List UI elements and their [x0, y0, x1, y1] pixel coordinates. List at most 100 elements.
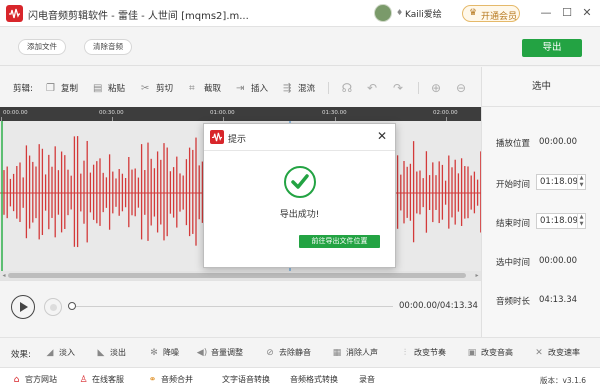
playback-bar: 00:00.00/04:13.34: [0, 280, 481, 337]
insert-icon: ⇥: [236, 83, 245, 94]
effect-speed[interactable]: ✕ 改变速率: [533, 347, 580, 358]
effect-remove-vocals[interactable]: ▦ 消除人声: [331, 347, 378, 358]
effect-volume[interactable]: ◀) 音量调整: [196, 347, 243, 358]
export-button[interactable]: 导出: [522, 39, 582, 57]
audio-merge-link[interactable]: ⚭ 音频合并: [147, 374, 193, 385]
crop-button[interactable]: ⌗ 截取: [189, 82, 221, 96]
support-icon: ♙: [79, 375, 88, 385]
fade-in-icon: ◢: [46, 348, 54, 358]
close-icon[interactable]: ✕: [579, 5, 595, 21]
copy-button[interactable]: ❐ 复制: [46, 82, 78, 96]
undo-icon[interactable]: ↶: [365, 81, 379, 95]
cut-button[interactable]: ✂ 剪切: [141, 82, 173, 96]
mute-icon: ⊘: [266, 348, 274, 358]
add-file-button[interactable]: 添加文件: [18, 39, 66, 55]
format-convert-link[interactable]: 音频格式转换: [290, 374, 338, 385]
scissors-icon: ✂: [141, 83, 150, 94]
selection-time-label: 选中时间: [496, 258, 531, 268]
effect-fade-in[interactable]: ◢ 淡入: [44, 347, 75, 358]
crown-icon: ♛: [469, 8, 478, 18]
selection-time-value: 00:00.00: [539, 256, 578, 266]
scrollbar-thumb[interactable]: [8, 273, 466, 278]
vocals-icon: ▦: [332, 348, 342, 358]
timeline-tick-label: 00:00.00: [3, 110, 28, 116]
dialog-close-icon[interactable]: ✕: [375, 129, 389, 143]
effect-pitch[interactable]: ▣ 改变音高: [466, 347, 513, 358]
version-label: 版本：v3.1.6: [539, 376, 586, 385]
file-action-bar: 添加文件 清除音频 导出: [0, 28, 600, 66]
start-time-value: 01:18.09: [540, 177, 579, 187]
playback-progress-knob[interactable]: [68, 302, 76, 310]
timeline-tick-label: 02:00.00: [433, 110, 458, 116]
duration-label: 音频时长: [496, 297, 531, 307]
timeline-tick-label: 01:00.00: [210, 110, 235, 116]
playback-progress-track[interactable]: [73, 306, 393, 307]
record-link[interactable]: 录音: [359, 374, 375, 385]
play-position-label: 播放位置: [496, 139, 531, 149]
dialog-header: 提示 ✕: [204, 124, 395, 151]
play-position-value: 00:00.00: [539, 137, 578, 147]
diamond-icon: ♦: [396, 8, 404, 17]
edit-toolbar: 剪辑: ❐ 复制 ▤ 粘贴 ✂ 剪切 ⌗ 截取 ⇥ 插入 ⇶ 混流 ☊ ↶ ↷ ⊕ ⊖: [0, 67, 481, 107]
timeline-ruler[interactable]: 00:00.00 00:30.00 01:00.00 01:30.00 02:0…: [0, 107, 481, 121]
horizontal-scrollbar[interactable]: ◂ ▸: [0, 271, 481, 280]
redo-icon[interactable]: ↷: [391, 81, 405, 95]
clear-audio-button[interactable]: 清除音频: [84, 39, 132, 55]
user-name[interactable]: Kaili爱绘: [405, 7, 442, 20]
zoom-out-icon[interactable]: ⊖: [454, 81, 468, 95]
official-website-link[interactable]: ⌂ 官方网站: [11, 374, 57, 385]
mix-icon: ⇶: [283, 83, 292, 94]
effect-denoise[interactable]: ✻ 降噪: [148, 347, 179, 358]
playback-time-readout: 00:00.00/04:13.34: [399, 301, 478, 311]
effects-label: 效果:: [11, 350, 31, 360]
open-vip-label: 开通会员: [481, 12, 518, 22]
selection-panel: 选中 播放位置 00:00.00 开始时间 01:18.09 ▲ ▼ 结束时间 0…: [481, 67, 600, 337]
app-logo-icon: [6, 5, 23, 22]
end-time-label: 结束时间: [496, 219, 531, 229]
effects-bar: 效果: ◢ 淡入 ◣ 淡出 ✻ 降噪 ◀) 音量调整 ⊘ 去除静音 ▦ 消除人声 ⫶ 改变节奏…: [0, 337, 600, 367]
text-to-speech-link[interactable]: 文字语音转换: [222, 374, 270, 385]
footer-bar: ⌂ 官方网站 ♙ 在线客服 ⚭ 音频合并 文字语音转换 音频格式转换 录音 版本：v3…: [0, 367, 600, 390]
timeline-tick-label: 01:30.00: [322, 110, 347, 116]
insert-button[interactable]: ⇥ 插入: [236, 82, 268, 96]
stepper-icon[interactable]: ▲ ▼: [577, 214, 585, 228]
minimize-icon[interactable]: —: [538, 5, 554, 21]
mix-button[interactable]: ⇶ 混流: [283, 82, 315, 96]
merge-icon: ⚭: [148, 375, 157, 385]
play-button[interactable]: [11, 295, 35, 319]
toolbar-divider: [328, 82, 329, 94]
home-icon: ⌂: [13, 375, 20, 385]
toolbar-divider: [418, 82, 419, 94]
scroll-right-icon[interactable]: ▸: [473, 271, 481, 280]
start-time-label: 开始时间: [496, 180, 531, 190]
open-vip-button[interactable]: ♛ 开通会员: [462, 5, 520, 22]
app-logo-icon: [210, 130, 224, 144]
timeline-tick-label: 00:30.00: [99, 110, 124, 116]
user-avatar[interactable]: [374, 4, 392, 22]
effect-tempo[interactable]: ⫶ 改变节奏: [399, 347, 446, 358]
maximize-icon[interactable]: ☐: [559, 5, 575, 21]
title-bar: 闪电音频剪辑软件 - 雷佳 - 人世间 [mqms2].m... ♦ Kaili…: [0, 0, 600, 27]
crop-icon: ⌗: [189, 83, 195, 94]
denoise-icon: ✻: [150, 348, 158, 358]
headphones-icon[interactable]: ☊: [340, 81, 354, 95]
open-export-location-button[interactable]: 前往导出文件位置: [299, 235, 380, 248]
scroll-left-icon[interactable]: ◂: [0, 271, 8, 280]
effect-fade-out[interactable]: ◣ 淡出: [95, 347, 126, 358]
stepper-icon[interactable]: ▲ ▼: [577, 175, 585, 189]
zoom-in-icon[interactable]: ⊕: [429, 81, 443, 95]
stop-button[interactable]: [44, 298, 62, 316]
paste-button[interactable]: ▤ 粘贴: [93, 82, 125, 96]
end-time-value: 01:18.09: [540, 216, 579, 226]
end-time-field[interactable]: 01:18.09 ▲ ▼: [536, 213, 586, 229]
effect-remove-silence[interactable]: ⊘ 去除静音: [264, 347, 311, 358]
dialog-title: 提示: [228, 135, 247, 145]
fade-out-icon: ◣: [97, 348, 105, 358]
check-circle-icon: [284, 166, 316, 198]
tempo-icon: ⫶: [403, 348, 407, 358]
window-title: 闪电音频剪辑软件 - 雷佳 - 人世间 [mqms2].m...: [28, 11, 249, 22]
export-success-dialog: 提示 ✕ 导出成功! 前往导出文件位置: [203, 123, 396, 268]
online-support-link[interactable]: ♙ 在线客服: [78, 374, 124, 385]
start-time-field[interactable]: 01:18.09 ▲ ▼: [536, 174, 586, 190]
pitch-icon: ▣: [467, 348, 477, 358]
